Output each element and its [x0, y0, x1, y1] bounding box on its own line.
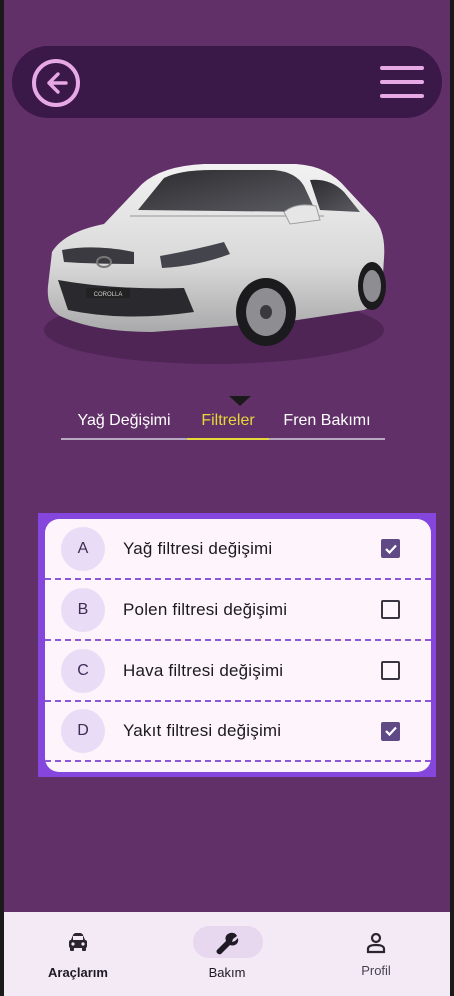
tab-fren-bakimi[interactable]: Fren Bakımı — [269, 404, 385, 438]
letter-badge: C — [61, 648, 105, 693]
person-icon — [366, 932, 386, 954]
filter-label: Yakıt filtresi değişimi — [123, 721, 282, 740]
hamburger-menu-icon — [380, 94, 424, 98]
nav-item-araclarim[interactable]: Araçlarım — [4, 912, 152, 996]
wrench-icon — [216, 932, 239, 955]
bottom-navigation: Araçlarım Bakım Profil — [4, 912, 450, 996]
hamburger-menu-icon — [380, 80, 424, 84]
list-item[interactable]: C Hava filtresi değişimi — [45, 641, 431, 702]
menu-button[interactable] — [380, 66, 424, 98]
nav-item-profil[interactable]: Profil — [302, 912, 450, 996]
top-app-bar — [12, 46, 442, 118]
filter-label: Hava filtresi değişimi — [123, 660, 284, 680]
list-item[interactable]: B Polen filtresi değişimi — [45, 580, 431, 641]
back-button[interactable] — [32, 59, 80, 107]
car-image: COROLLA — [34, 140, 394, 372]
tab-yag-degisimi[interactable]: Yağ Değişimi — [61, 404, 187, 438]
list-item[interactable]: D Yakıt filtresi değişimi — [45, 702, 431, 762]
nav-label-bakim: Bakım — [208, 965, 246, 980]
car-illustration: COROLLA — [44, 164, 386, 364]
letter-badge: D — [61, 709, 105, 753]
tab-filtreler[interactable]: Filtreler — [187, 404, 269, 440]
nav-label-profil: Profil — [361, 963, 391, 978]
filter-list-frame: A Yağ filtresi değişimi B Polen filtresi… — [38, 513, 436, 777]
check-icon — [384, 544, 397, 554]
nav-label-araclarim: Araçlarım — [48, 965, 108, 980]
list-item[interactable]: A Yağ filtresi değişimi — [45, 519, 431, 580]
service-tabs: Yağ Değişimi Filtreler Fren Bakımı — [61, 404, 385, 440]
hamburger-menu-icon — [380, 66, 424, 70]
app-screen: COROLLA Yağ Değişimi Filtreler Fren Bakı… — [4, 0, 450, 996]
letter-badge: A — [61, 526, 105, 571]
checkbox-checked[interactable] — [381, 721, 400, 741]
arrow-left-circle-icon — [47, 72, 68, 94]
filter-label: Polen filtresi değişimi — [123, 599, 288, 619]
car-icon — [69, 933, 87, 951]
check-icon — [384, 726, 397, 737]
filter-list: A Yağ filtresi değişimi B Polen filtresi… — [45, 519, 431, 772]
checkbox-unchecked[interactable] — [381, 661, 400, 680]
filter-label: Yağ filtresi değişimi — [123, 538, 273, 558]
checkbox-checked[interactable] — [381, 539, 400, 558]
license-plate-text: COROLLA — [94, 292, 123, 298]
checkbox-unchecked[interactable] — [381, 600, 400, 619]
letter-badge: B — [61, 587, 105, 632]
nav-item-bakim[interactable]: Bakım — [153, 912, 301, 996]
